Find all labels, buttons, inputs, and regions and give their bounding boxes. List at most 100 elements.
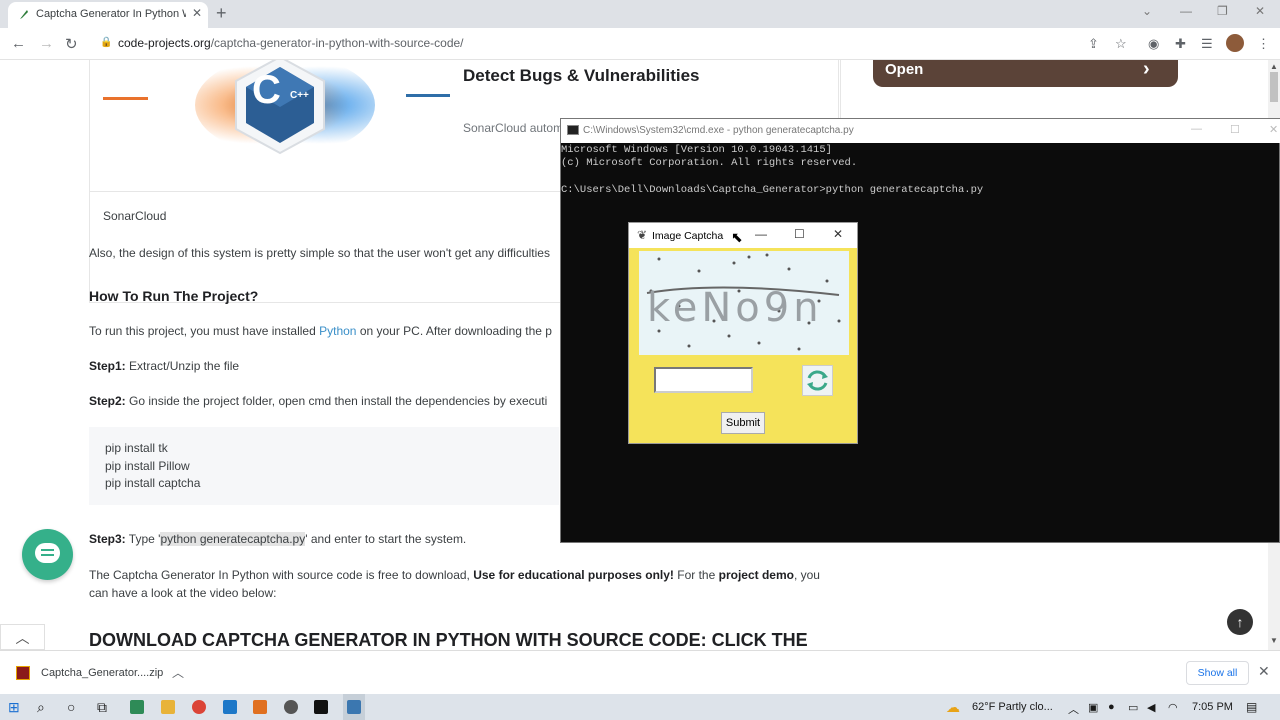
python-taskbar-icon[interactable] — [347, 700, 361, 714]
store-app-icon[interactable] — [130, 700, 144, 714]
captcha-minimize-icon[interactable]: — — [755, 227, 767, 241]
microphone-icon[interactable]: ● — [1108, 701, 1115, 713]
captcha-titlebar[interactable]: ❦ Image Captcha — ☐ ✕ — [629, 223, 857, 248]
captcha-maximize-icon[interactable]: ☐ — [794, 227, 805, 241]
chat-icon — [35, 543, 60, 563]
step3-b: ' and enter to start the system. — [305, 532, 467, 546]
cmd-minimize-icon[interactable]: — — [1191, 123, 1202, 135]
step2-label: Step2: — [89, 394, 126, 408]
github-icon[interactable] — [284, 700, 298, 714]
open-label: Open — [885, 61, 924, 78]
ad-subtitle: SonarCloud autom — [463, 121, 564, 135]
search-icon[interactable]: ⌕ — [37, 699, 45, 716]
minimize-icon[interactable]: — — [1180, 4, 1192, 18]
close-downloads-icon[interactable]: ✕ — [1258, 663, 1270, 680]
profile-avatar[interactable] — [1226, 34, 1244, 52]
submit-button[interactable]: Submit — [721, 412, 765, 434]
clock-time[interactable]: 7:05 PM — [1192, 701, 1233, 713]
close-tab-icon[interactable]: ✕ — [192, 6, 202, 20]
more-menu-icon[interactable]: ⋮ — [1257, 36, 1270, 52]
reading-list-icon[interactable]: ☰ — [1201, 36, 1213, 52]
chat-button[interactable] — [22, 529, 73, 580]
captcha-title: Image Captcha — [652, 230, 724, 242]
python-link[interactable]: Python — [319, 324, 356, 338]
cmd-taskbar-icon[interactable] — [314, 700, 328, 714]
xampp-icon[interactable] — [253, 700, 267, 714]
reload-icon[interactable]: ↻ — [65, 35, 78, 53]
captcha-close-icon[interactable]: ✕ — [833, 227, 843, 241]
tray-chevron-icon[interactable]: ︿ — [1068, 701, 1079, 717]
ad-brand[interactable]: SonarCloud — [103, 209, 166, 223]
file-explorer-icon[interactable] — [161, 700, 175, 714]
chevron-up-icon[interactable]: ︿ — [172, 664, 184, 681]
para-free-a: The Captcha Generator In Python with sou… — [89, 568, 474, 582]
weather-icon[interactable]: ☁ — [946, 699, 960, 716]
volume-icon[interactable]: ◀ — [1147, 701, 1155, 714]
task-view-icon[interactable]: ⧉ — [97, 699, 107, 716]
url-field[interactable]: code-projects.org/captcha-generator-in-p… — [118, 36, 464, 50]
download-item-name[interactable]: Captcha_Generator....zip — [41, 667, 163, 679]
captcha-text: keNo9n — [647, 285, 823, 331]
cmd-maximize-icon[interactable]: ☐ — [1230, 123, 1240, 136]
weather-text[interactable]: 62°F Partly clo... — [972, 701, 1053, 713]
windows-taskbar: ⊞ ⌕ ○ ⧉ ☁ 62°F Partly clo... ︿ ▣ ● ▭ ◀ ◠… — [0, 694, 1280, 720]
windows-start-icon[interactable]: ⊞ — [8, 699, 20, 716]
para-install-a: To run this project, you must have insta… — [89, 324, 320, 338]
cpp-logo-letter: C — [252, 68, 281, 112]
step1: Step1: Extract/Unzip the file — [89, 359, 239, 373]
show-all-button[interactable]: Show all — [1186, 661, 1249, 685]
new-tab-button[interactable]: + — [216, 3, 227, 24]
browser-tab-bar: Captcha Generator In Python Wi ✕ + ⌄ — ❐… — [0, 0, 1280, 28]
vscode-icon[interactable] — [223, 700, 237, 714]
chat-icon-line — [41, 549, 54, 551]
step1-text: Extract/Unzip the file — [125, 359, 240, 373]
battery-icon[interactable]: ▭ — [1128, 701, 1138, 714]
lock-icon[interactable]: 🔒 — [100, 37, 112, 48]
open-ad-button[interactable]: Open › — [873, 60, 1178, 87]
browser-tab[interactable]: Captcha Generator In Python Wi ✕ — [8, 2, 208, 28]
download-heading: DOWNLOAD CAPTCHA GENERATOR IN PYTHON WIT… — [89, 630, 808, 650]
para-free-bold1: Use for educational purposes only! — [473, 568, 674, 582]
collapse-up-button[interactable]: ︿ — [0, 624, 45, 650]
extensions-puzzle-icon[interactable]: ✚ — [1175, 36, 1186, 52]
close-window-icon[interactable]: ✕ — [1255, 4, 1265, 18]
feather-icon: ❦ — [637, 228, 648, 242]
notifications-icon[interactable]: ▤ — [1246, 700, 1257, 714]
bookmark-star-icon[interactable]: ☆ — [1115, 36, 1127, 52]
back-icon[interactable]: ← — [11, 35, 26, 52]
console-line: (c) Microsoft Corporation. All rights re… — [561, 157, 858, 169]
cmd-titlebar[interactable]: C:\Windows\System32\cmd.exe - python gen… — [561, 119, 1280, 143]
scroll-up-arrow-icon[interactable]: ▲ — [1270, 62, 1278, 71]
para-free-b: For the — [673, 568, 719, 582]
forward-icon[interactable]: → — [39, 35, 54, 52]
cortana-icon[interactable]: ○ — [67, 699, 75, 715]
tab-search-icon[interactable]: ⌄ — [1142, 4, 1152, 18]
step3-label: Step3: — [89, 532, 126, 546]
tray-app-icon[interactable]: ▣ — [1088, 701, 1098, 714]
chrome-icon[interactable] — [192, 700, 206, 714]
cmd-close-icon[interactable]: ✕ — [1269, 123, 1278, 136]
code-line: pip install Pillow — [105, 459, 190, 473]
scrollbar-thumb[interactable] — [1270, 72, 1278, 102]
refresh-captcha-button[interactable] — [802, 365, 833, 396]
scroll-to-top-button[interactable]: ↑ — [1227, 609, 1253, 635]
step2-text: Go inside the project folder, open cmd t… — [125, 394, 548, 408]
captcha-entry-input[interactable] — [654, 367, 753, 393]
wifi-icon[interactable]: ◠ — [1168, 701, 1178, 714]
share-icon[interactable]: ⇪ — [1088, 36, 1099, 52]
heading-run-project: How To Run The Project? — [89, 288, 259, 304]
maximize-icon[interactable]: ❐ — [1217, 4, 1228, 18]
para-free-c: , you — [793, 568, 820, 582]
mouse-cursor-icon: ⬉ — [731, 229, 743, 245]
zip-file-icon — [16, 666, 30, 680]
step3: Step3: Type 'python generatecaptcha.py' … — [89, 532, 466, 546]
step3-a: Type ' — [125, 532, 161, 546]
captcha-noise: keNo9n — [646, 253, 841, 351]
captcha-window[interactable]: ❦ Image Captcha — ☐ ✕ keNo9n Submit — [628, 222, 858, 444]
scroll-down-arrow-icon[interactable]: ▼ — [1270, 636, 1278, 645]
ad-accent-line-orange — [103, 97, 148, 100]
chat-icon-line — [41, 554, 54, 556]
extension-color-icon[interactable]: ◉ — [1148, 36, 1159, 52]
ad-title[interactable]: Detect Bugs & Vulnerabilities — [463, 66, 699, 86]
downloads-bar: Captcha_Generator....zip ︿ Show all ✕ — [0, 650, 1280, 694]
